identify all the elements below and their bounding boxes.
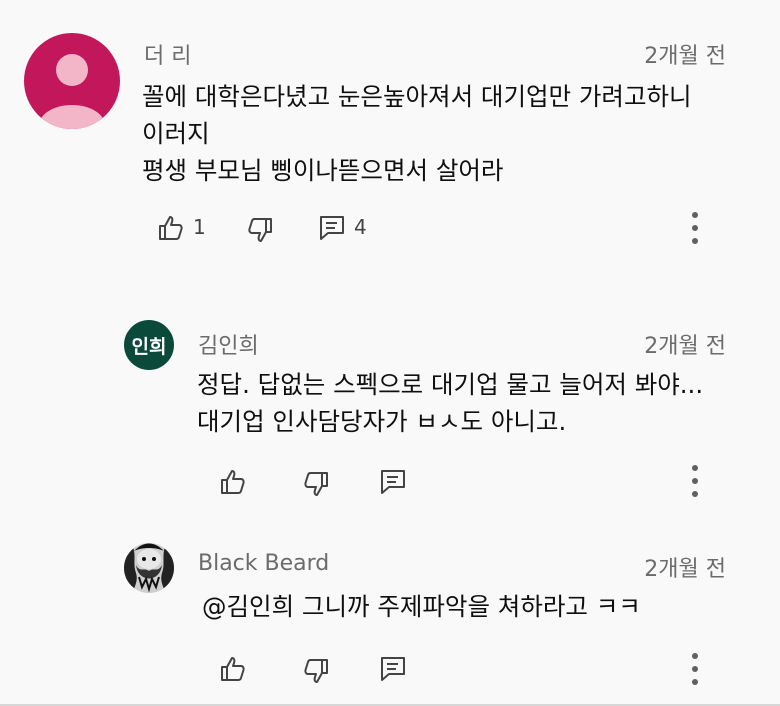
comment-author[interactable]: 더 리 — [144, 38, 191, 70]
comment-actions — [0, 653, 780, 693]
comment-text-line: 꼴에 대학은다녔고 눈은높아져서 대기업만 가려고하니 — [142, 82, 692, 111]
comment-text-line: 이러지 — [142, 119, 210, 148]
comment-time: 2개월 전 — [644, 334, 726, 359]
avatar[interactable] — [124, 543, 174, 593]
comment-text-line: 정답. 답없는 스펙으로 대기업 물고 늘어저 봐야... — [197, 370, 704, 399]
comment-actions: 1 4 — [0, 210, 780, 250]
comment-time: 2개월 전 — [644, 44, 726, 69]
comment-actions — [0, 465, 780, 505]
thumb-down-icon[interactable] — [246, 216, 274, 244]
default-avatar-icon — [38, 54, 106, 129]
more-vert-icon[interactable] — [689, 465, 701, 499]
thumb-down-icon[interactable] — [302, 470, 330, 498]
comment-time: 2개월 전 — [644, 557, 726, 582]
like-count: 1 — [193, 215, 206, 239]
avatar[interactable] — [24, 33, 120, 129]
comment-text-line: @김인희 그니까 주제파악을 쳐하라고 ㅋㅋ — [202, 592, 641, 621]
comment-text: @김인희 그니까 주제파악을 쳐하라고 ㅋㅋ — [202, 588, 641, 625]
comment-text: 꼴에 대학은다녔고 눈은높아져서 대기업만 가려고하니 이러지 평생 부모님 삥… — [142, 78, 692, 189]
more-vert-icon[interactable] — [689, 212, 701, 246]
avatar-initials: 인희 — [131, 336, 167, 358]
bearded-face-icon — [124, 543, 174, 593]
reply-icon[interactable] — [379, 468, 407, 496]
comment-text-line: 평생 부모님 삥이나뜯으면서 살어라 — [142, 156, 504, 185]
comment-text: 정답. 답없는 스펙으로 대기업 물고 늘어저 봐야... 대기업 인사담당자가… — [197, 366, 703, 440]
reply-count: 4 — [354, 215, 367, 239]
comment-text-line: 대기업 인사담당자가 ㅂㅅ도 아니고. — [197, 407, 567, 436]
comment-author[interactable]: 김인희 — [198, 328, 259, 360]
thumb-up-icon[interactable] — [157, 214, 185, 242]
more-vert-icon[interactable] — [689, 653, 701, 687]
thumb-up-icon[interactable] — [219, 655, 247, 683]
comment-author[interactable]: Black Beard — [198, 551, 329, 576]
avatar[interactable]: 인희 — [124, 320, 174, 370]
reply-icon[interactable] — [379, 655, 407, 683]
thumb-down-icon[interactable] — [302, 657, 330, 685]
comment-icon[interactable] — [318, 214, 346, 242]
thumb-up-icon[interactable] — [219, 468, 247, 496]
